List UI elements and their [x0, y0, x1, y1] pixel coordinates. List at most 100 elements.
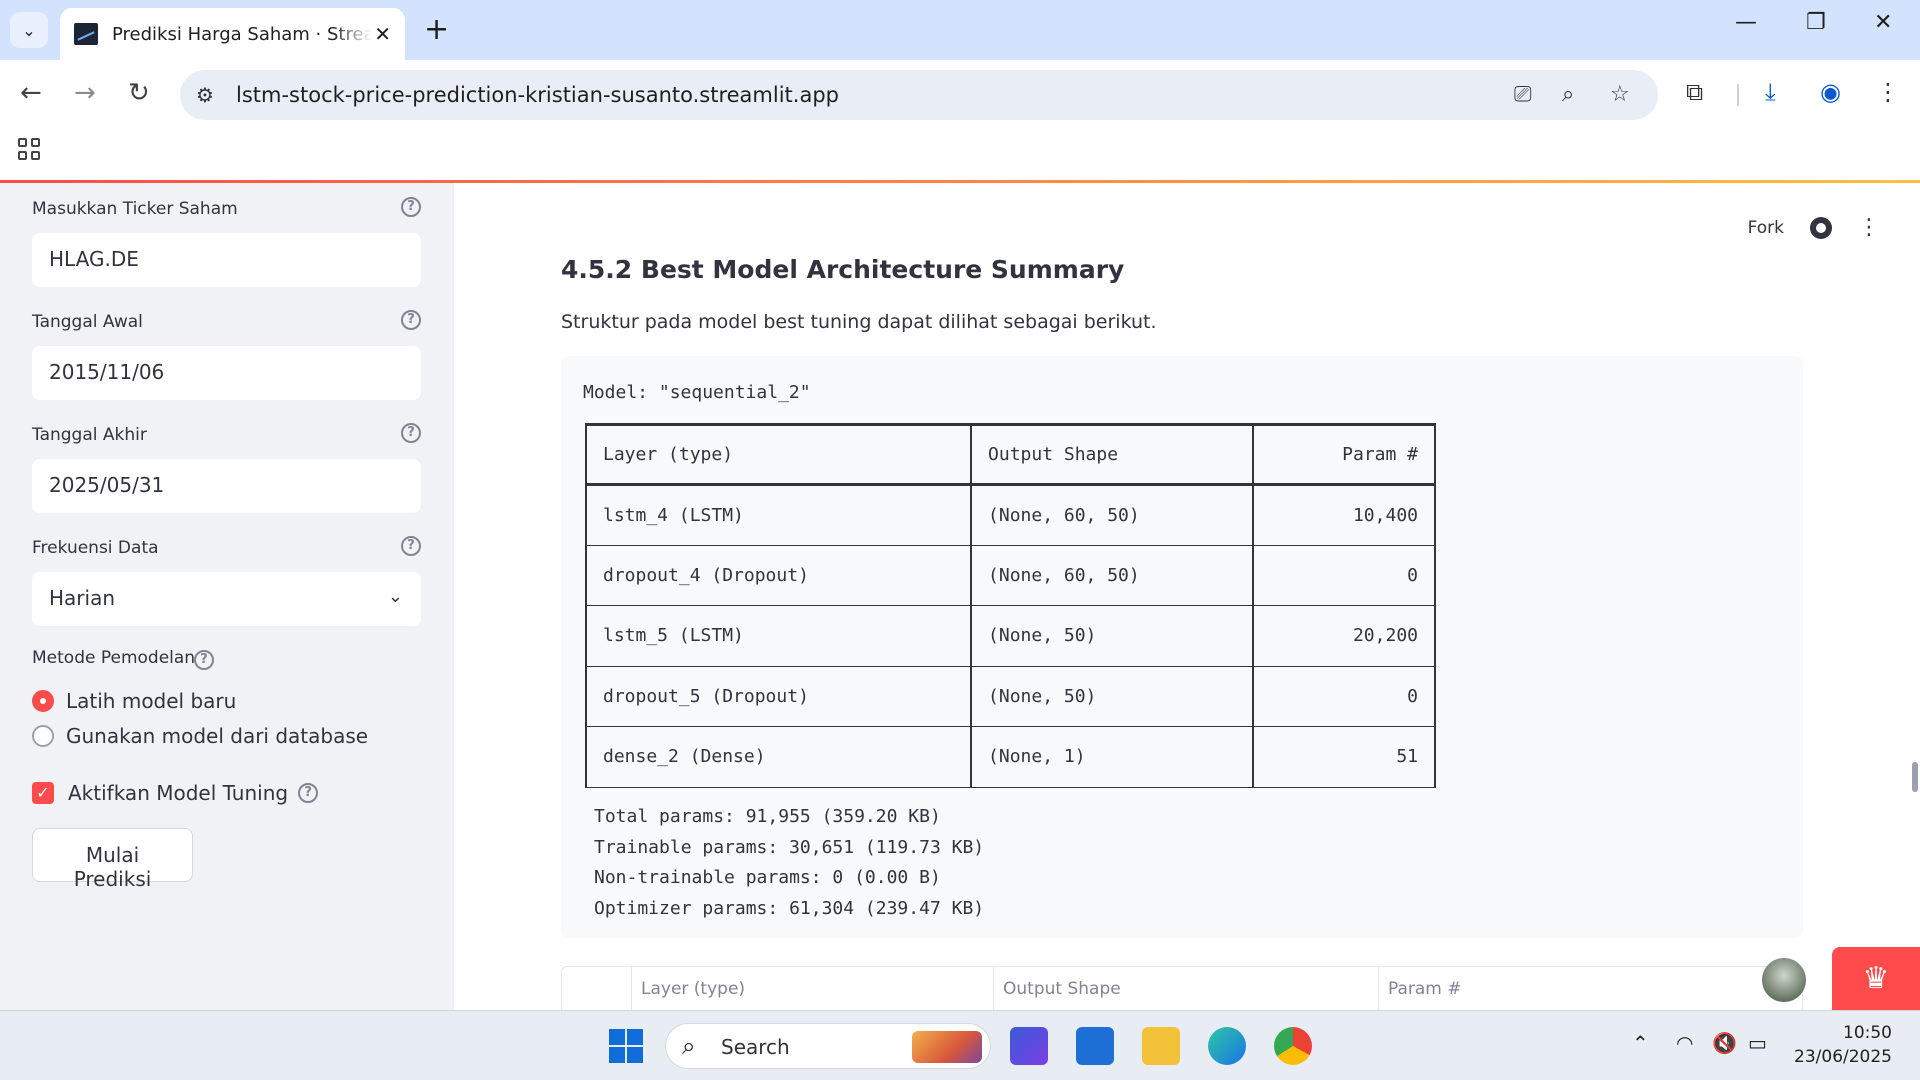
profile-icon[interactable]: ◉ — [1820, 78, 1841, 106]
frequency-select[interactable]: Harian ⌄ — [32, 572, 421, 626]
url-text[interactable]: lstm-stock-price-prediction-kristian-sus… — [236, 83, 839, 107]
download-icon[interactable]: ⤓ — [1765, 78, 1776, 106]
edge-browser-icon[interactable] — [1208, 1027, 1246, 1065]
table-row: lstm_5 (LSTM) (None, 50) 20,200 — [584, 605, 1436, 667]
sidebar: Masukkan Ticker Saham ? HLAG.DE Tanggal … — [0, 183, 454, 1010]
help-icon[interactable]: ? — [194, 650, 214, 670]
help-icon[interactable]: ? — [401, 536, 421, 556]
streamlit-crown-icon[interactable]: ♛ — [1832, 947, 1920, 1010]
help-icon[interactable]: ? — [298, 783, 319, 803]
section-paragraph: Struktur pada model best tuning dapat di… — [561, 311, 1157, 333]
table-row: lstm_4 (LSTM) (None, 60, 50) 10,400 — [584, 484, 1436, 546]
minimize-icon[interactable]: — — [1735, 10, 1757, 35]
github-icon[interactable] — [1810, 217, 1832, 239]
file-explorer-icon[interactable] — [1142, 1027, 1180, 1065]
start-prediction-button[interactable]: Mulai Prediksi — [32, 828, 193, 891]
toolbar-divider — [1737, 84, 1739, 106]
table-cell: 10,400 — [1252, 484, 1436, 546]
install-icon[interactable]: ⎚ — [1514, 82, 1532, 107]
mute-icon[interactable]: 🔇 — [1712, 1031, 1737, 1055]
model-summary-code-block: Model: "sequential_2" Layer (type) Outpu… — [561, 356, 1803, 938]
end-date-input[interactable]: 2025/05/31 — [32, 459, 421, 513]
main-content: Fork ⋮ 4.5.2 Best Model Architecture Sum… — [454, 183, 1920, 1010]
tuning-checkbox[interactable]: ✓ Aktifkan Model Tuning ? — [32, 781, 319, 805]
system-clock[interactable]: 10:50 23/06/2025 — [1792, 1021, 1892, 1069]
windows-start-icon[interactable] — [609, 1029, 643, 1063]
dataframe-column-header[interactable]: Layer (type) — [631, 967, 993, 1010]
plus-icon[interactable]: + — [424, 12, 449, 47]
table-cell: 0 — [1252, 666, 1436, 727]
browser-toolbar: ← → ↻ ⚙ lstm-stock-price-prediction-kris… — [0, 60, 1920, 128]
table-cell: 0 — [1252, 545, 1436, 606]
store-app-icon[interactable] — [1076, 1027, 1114, 1065]
end-date-field: Tanggal Akhir ? 2025/05/31 — [32, 423, 421, 513]
site-settings-icon[interactable]: ⚙ — [196, 83, 214, 107]
help-icon[interactable]: ? — [401, 423, 421, 443]
clock-date: 23/06/2025 — [1794, 1047, 1892, 1067]
summary-line: Non-trainable params: 0 (0.00 B) — [594, 867, 941, 888]
address-bar[interactable]: ⚙ lstm-stock-price-prediction-kristian-s… — [180, 70, 1658, 120]
os-taskbar: ⌕ Search ⌃ ◠ 🔇 ▭ 10:50 23/06/2025 — [0, 1010, 1920, 1080]
radio-unselected-icon — [32, 725, 54, 747]
table-cell: dropout_4 (Dropout) — [584, 545, 973, 606]
avatar[interactable] — [1762, 958, 1806, 1002]
close-icon[interactable]: ✕ — [374, 22, 391, 46]
table-cell: 20,200 — [1252, 605, 1436, 667]
taskbar-search[interactable]: ⌕ Search — [665, 1023, 991, 1069]
radio-use-database[interactable]: Gunakan model dari database — [32, 724, 368, 748]
table-cell: 51 — [1252, 726, 1436, 788]
frequency-value: Harian — [49, 586, 116, 610]
tab-title: Prediksi Harga Saham · Streamlit — [112, 23, 372, 45]
menu-icon[interactable]: ⋮ — [1876, 78, 1900, 106]
table-cell: lstm_5 (LSTM) — [584, 605, 973, 667]
search-icon: ⌕ — [682, 1032, 696, 1060]
extensions-icon[interactable]: ⧉ — [1686, 78, 1703, 106]
section-heading: 4.5.2 Best Model Architecture Summary — [561, 255, 1125, 284]
wifi-icon[interactable]: ◠ — [1676, 1031, 1693, 1055]
table-cell: dropout_5 (Dropout) — [584, 666, 973, 727]
radio-label: Latih model baru — [66, 689, 237, 713]
forward-icon[interactable]: → — [74, 78, 96, 108]
apps-icon[interactable] — [18, 138, 40, 160]
summary-line: Optimizer params: 61,304 (239.47 KB) — [594, 897, 985, 919]
ticker-field: Masukkan Ticker Saham ? HLAG.DE — [32, 197, 421, 287]
ticker-input[interactable]: HLAG.DE — [32, 233, 421, 287]
bookmarks-bar — [0, 128, 1920, 180]
zoom-icon[interactable]: ⌕ — [1562, 82, 1574, 107]
fork-button[interactable]: Fork — [1748, 218, 1784, 238]
page-scrollbar[interactable] — [1912, 762, 1918, 792]
search-label: Search — [721, 1035, 790, 1059]
radio-train-new[interactable]: Latih model baru — [32, 689, 236, 713]
chevron-up-icon[interactable]: ⌃ — [1632, 1031, 1649, 1055]
end-date-label: Tanggal Akhir — [32, 425, 147, 445]
reload-icon[interactable]: ↻ — [128, 78, 150, 108]
start-date-input[interactable]: 2015/11/06 — [32, 346, 421, 400]
browser-tab-active[interactable]: Prediksi Harga Saham · Streamlit ✕ — [60, 8, 405, 60]
back-icon[interactable]: ← — [20, 78, 42, 108]
help-icon[interactable]: ? — [401, 310, 421, 330]
model-architecture-table: Layer (type) Output Shape Param # lstm_4… — [584, 423, 1436, 788]
battery-icon[interactable]: ▭ — [1748, 1031, 1767, 1055]
tab-list-icon: ⌄ — [22, 20, 36, 40]
dataframe-column-header[interactable]: Output Shape — [993, 967, 1378, 1010]
start-date-field: Tanggal Awal ? 2015/11/06 — [32, 310, 421, 400]
tab-list-button[interactable]: ⌄ — [10, 12, 48, 48]
app-header: Fork ⋮ — [1748, 217, 1880, 239]
app-menu-icon[interactable]: ⋮ — [1858, 217, 1880, 239]
radio-label: Gunakan model dari database — [66, 724, 369, 748]
dataframe-header: Layer (type) Output Shape Param # — [561, 966, 1803, 1010]
help-icon[interactable]: ? — [401, 197, 421, 217]
copilot-app-icon[interactable] — [1010, 1027, 1048, 1065]
close-window-icon[interactable]: ✕ — [1874, 10, 1892, 35]
chrome-browser-icon[interactable] — [1274, 1027, 1312, 1065]
summary-line: Trainable params: 30,651 (119.73 KB) — [594, 836, 985, 858]
table-cell: (None, 60, 50) — [970, 545, 1255, 606]
table-row: dense_2 (Dense) (None, 1) 51 — [584, 726, 1436, 788]
summary-line: Total params: 91,955 (359.20 KB) — [594, 806, 941, 827]
restore-icon[interactable]: ❐ — [1806, 10, 1826, 35]
column-header: Layer (type) — [584, 423, 973, 486]
star-icon[interactable]: ☆ — [1610, 82, 1630, 107]
dataframe-column-header[interactable]: Param # — [1378, 967, 1802, 1010]
method-label: Metode Pemodelan — [32, 648, 196, 668]
table-cell: lstm_4 (LSTM) — [584, 484, 973, 546]
